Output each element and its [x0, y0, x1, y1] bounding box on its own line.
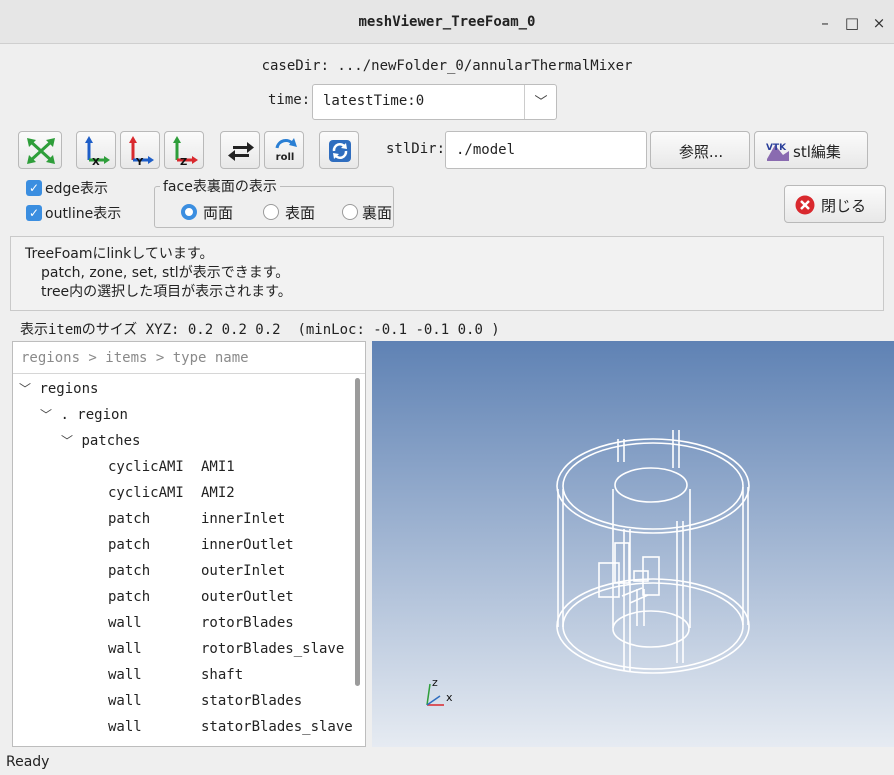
message-line-2: patch, zone, set, stlが表示できます。 [41, 265, 290, 281]
roll-label: roll [275, 152, 295, 163]
tree-item-type: patch [108, 589, 151, 605]
stl-edit-label: stl編集 [793, 143, 841, 161]
message-panel: TreeFoamにlinkしています。 patch, zone, set, st… [10, 236, 884, 311]
view-x-button[interactable]: X [76, 131, 116, 169]
radio-both-label: 両面 [203, 204, 234, 222]
stl-edit-icon: VTK [766, 143, 789, 161]
close-window-button[interactable]: × [868, 12, 890, 34]
tree-scrollbar[interactable] [355, 378, 360, 686]
tree-item-name: rotorBlades_slave [201, 641, 345, 657]
tree-panel: regions > items > type name ﹀ regions ﹀ … [12, 341, 366, 747]
expand-chevron-icon: ﹀ [61, 434, 74, 448]
refresh-icon [329, 140, 351, 162]
tree-item-name: statorBlades_slave [201, 719, 353, 735]
fit-arrows-icon [27, 138, 55, 164]
tree-item-type: wall [108, 641, 142, 657]
time-select[interactable]: latestTime:0 ﹀ [312, 84, 557, 120]
tree-item-type: cyclicAMI [108, 459, 184, 475]
radio-back-label: 裏面 [362, 204, 393, 222]
radio-both[interactable] [181, 204, 197, 220]
radio-back[interactable] [342, 204, 358, 220]
roll-button[interactable]: roll [264, 131, 304, 169]
maximize-button[interactable]: □ [841, 12, 863, 34]
tree-item-name: AMI1 [201, 459, 235, 475]
tree-item-name: outerOutlet [201, 589, 294, 605]
expand-chevron-icon: ﹀ [40, 408, 53, 422]
size-info: 表示itemのサイズ XYZ: 0.2 0.2 0.2 (minLoc: -0.… [20, 322, 500, 338]
expand-chevron-icon: ﹀ [19, 382, 32, 396]
time-select-value: latestTime:0 [323, 93, 425, 109]
browse-label: 参照... [678, 143, 724, 161]
svg-text:X: X [92, 157, 100, 168]
swap-arrows-icon [228, 142, 254, 161]
minimize-button[interactable]: – [814, 12, 836, 34]
svg-text:x: x [446, 691, 453, 704]
tree-list: ﹀ regions ﹀ . region ﹀ patches cyclicAMI… [13, 376, 355, 746]
stl-dir-value: ./model [456, 142, 516, 158]
status-text: Ready [6, 754, 50, 770]
roll-icon [275, 138, 297, 149]
close-x-icon [795, 195, 815, 215]
fit-view-button[interactable] [18, 131, 62, 169]
case-dir-label: caseDir: .../newFolder_0/annularThermalM… [261, 58, 633, 74]
message-line-1: TreeFoamにlinkしています。 [25, 246, 214, 262]
window-title: meshViewer_TreeFoam_0 [358, 14, 536, 30]
tree-node-patches[interactable]: ﹀ patches [13, 428, 140, 454]
svg-text:Y: Y [135, 157, 144, 168]
message-line-3: tree内の選択した項目が表示されます。 [41, 284, 292, 300]
view-z-button[interactable]: Z [164, 131, 204, 169]
swap-view-button[interactable] [220, 131, 260, 169]
close-button[interactable]: 閉じる [784, 185, 886, 223]
edge-checkbox[interactable]: ✓ [26, 180, 42, 196]
axis-z-icon: Z [173, 136, 198, 168]
tree-item-type: wall [108, 615, 142, 631]
tree-item-name: shaft [201, 667, 244, 683]
outline-checkbox[interactable]: ✓ [26, 205, 42, 221]
render-viewport[interactable]: x z [372, 341, 894, 747]
tree-item-type: patch [108, 563, 151, 579]
tree-item-type: wall [108, 719, 142, 735]
view-y-button[interactable]: Y [120, 131, 160, 169]
svg-text:VTK: VTK [766, 143, 787, 153]
axis-x-icon: X [85, 136, 110, 168]
status-bar: Ready [0, 750, 894, 775]
tree-item-type: patch [108, 537, 151, 553]
axis-y-icon: Y [129, 136, 154, 168]
mesh-wireframe: x z [372, 341, 894, 747]
outline-label: outline表示 [45, 206, 122, 222]
stl-dir-label: stlDir: [386, 141, 446, 157]
reload-button[interactable] [319, 131, 359, 169]
close-label: 閉じる [821, 197, 867, 215]
edge-label: edge表示 [45, 181, 108, 197]
time-label: time: [268, 92, 311, 108]
svg-text:z: z [432, 676, 438, 689]
svg-text:Z: Z [180, 157, 187, 168]
stl-dir-input[interactable]: ./model [445, 131, 647, 169]
tree-item-type: wall [108, 667, 142, 683]
tree-item-type: wall [108, 693, 142, 709]
radio-front[interactable] [263, 204, 279, 220]
tree-item-name: AMI2 [201, 485, 235, 501]
tree-node-region[interactable]: ﹀ . region [13, 402, 128, 428]
tree-item-type: cyclicAMI [108, 485, 184, 501]
tree-item-name: outerInlet [201, 563, 286, 579]
tree-item-name: innerOutlet [201, 537, 294, 553]
browse-button[interactable]: 参照... [650, 131, 750, 169]
viewport-background [372, 341, 894, 747]
tree-item-name: innerInlet [201, 511, 286, 527]
chevron-down-icon: ﹀ [534, 95, 548, 110]
divider [524, 85, 525, 119]
tree-node-regions[interactable]: ﹀ regions [13, 376, 98, 402]
tree-item-type: patch [108, 511, 151, 527]
tree-item-name: statorBlades [201, 693, 303, 709]
tree-header: regions > items > type name [13, 342, 365, 374]
radio-front-label: 表面 [285, 204, 316, 222]
tree-item-name: rotorBlades [201, 615, 294, 631]
stl-edit-button[interactable]: VTK stl編集 [754, 131, 868, 169]
face-group-label: face表裏面の表示 [160, 176, 280, 196]
